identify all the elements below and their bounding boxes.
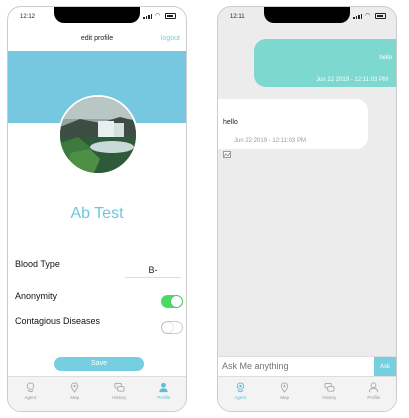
person-pin-icon: [236, 382, 244, 393]
message-timestamp: Jun 22 2019 - 12:11:03 PM: [234, 138, 306, 144]
status-icons: ◠: [353, 13, 386, 19]
anonymity-label: Anonymity: [15, 291, 58, 301]
message-text: hello: [223, 119, 238, 126]
message-composer: Ask: [218, 356, 396, 377]
chat-bubbles-icon: [114, 382, 125, 392]
tab-history[interactable]: History: [307, 377, 352, 411]
logout-button[interactable]: logout: [161, 35, 180, 42]
toggle-knob: [171, 296, 182, 307]
device-notch: [264, 7, 350, 23]
device-notch: [54, 7, 140, 23]
status-time: 12:12: [20, 14, 36, 20]
tab-label: Agent: [234, 395, 247, 400]
tab-map[interactable]: Map: [53, 377, 98, 411]
tab-profile[interactable]: Profile: [352, 377, 397, 411]
profile-screen: 12:12 ◠ edit profile logout Ab Test Bloo…: [7, 6, 187, 412]
ask-input[interactable]: [222, 361, 372, 371]
profile-name: Ab Test: [70, 205, 124, 222]
anonymity-toggle[interactable]: [161, 295, 183, 308]
wifi-icon: ◠: [155, 12, 161, 19]
blood-type-field[interactable]: B-: [125, 265, 181, 278]
outgoing-message: hello Jun 22 2019 - 12:11:03 PM: [254, 39, 396, 87]
tab-map[interactable]: Map: [263, 377, 308, 411]
signal-icon: [143, 13, 152, 19]
signal-icon: [353, 13, 362, 19]
chat-bubbles-icon: [324, 382, 335, 392]
person-icon: [159, 382, 168, 393]
battery-icon: [165, 13, 176, 19]
tab-bar: Agent Map History Profile: [218, 376, 396, 411]
avatar[interactable]: [58, 95, 138, 175]
tab-label: Profile: [367, 395, 381, 400]
message-text: hello: [379, 55, 392, 61]
incoming-message: hello Jun 22 2019 - 12:11:03 PM: [218, 99, 368, 149]
tab-label: Agent: [24, 395, 37, 400]
map-pin-icon: [281, 382, 289, 393]
tab-profile[interactable]: Profile: [142, 377, 187, 411]
chat-area[interactable]: hello Jun 22 2019 - 12:11:03 PM hello Ju…: [218, 27, 396, 343]
broken-image-icon: [223, 151, 231, 158]
tab-label: Map: [280, 395, 290, 400]
person-icon: [369, 382, 379, 393]
tab-label: Profile: [157, 395, 171, 400]
save-button[interactable]: Save: [54, 357, 144, 371]
tab-history[interactable]: History: [97, 377, 142, 411]
blood-type-label: Blood Type: [15, 259, 60, 269]
tab-label: History: [112, 395, 127, 400]
message-timestamp: Jun 22 2019 - 12:11:03 PM: [316, 77, 388, 83]
tab-bar: Agent Map History Profile: [8, 376, 186, 411]
chat-screen: 12:11 ◠ hello Jun 22 2019 - 12:11:03 PM …: [217, 6, 397, 412]
map-pin-icon: [71, 382, 79, 393]
tab-label: History: [322, 395, 337, 400]
contagious-diseases-label: Contagious Diseases: [15, 316, 101, 326]
page-title: edit profile: [80, 35, 114, 42]
wifi-icon: ◠: [365, 12, 371, 19]
tab-agent[interactable]: Agent: [218, 377, 263, 411]
ask-button[interactable]: Ask: [374, 357, 396, 377]
tab-label: Map: [70, 395, 80, 400]
contagious-diseases-toggle[interactable]: [161, 321, 183, 334]
nav-bar: edit profile logout: [8, 29, 186, 49]
toggle-knob: [162, 322, 173, 333]
battery-icon: [375, 13, 386, 19]
tab-agent[interactable]: Agent: [8, 377, 53, 411]
person-pin-icon: [26, 382, 34, 393]
waterfall-photo: [60, 97, 136, 173]
status-icons: ◠: [143, 13, 176, 19]
status-time: 12:11: [230, 14, 245, 20]
